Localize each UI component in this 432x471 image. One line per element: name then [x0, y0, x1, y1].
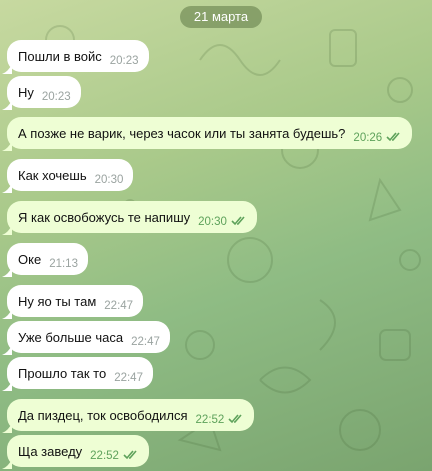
message-time: 22:47 [114, 372, 143, 384]
double-check-icon [386, 131, 402, 145]
message-time: 20:23 [109, 55, 139, 67]
date-separator: 21 марта [180, 6, 262, 28]
message-meta: 22:47 [131, 336, 160, 348]
message-meta: 20:30 [95, 174, 124, 186]
message-meta: 22:47 [114, 372, 143, 384]
double-check-icon [228, 413, 244, 427]
message-text: Прошло так то [18, 365, 107, 381]
message-time: 22:47 [131, 336, 160, 348]
message-meta: 20:26 [353, 131, 402, 145]
bubble-tail [2, 421, 12, 433]
bubble-tail [2, 181, 12, 193]
bubble-tail [2, 62, 12, 74]
message-time: 22:52 [90, 450, 119, 462]
message-time: 20:23 [41, 91, 71, 103]
message-time: 20:26 [353, 132, 383, 144]
message-time: 20:30 [94, 174, 124, 186]
double-check-icon [123, 449, 139, 463]
message-time: 22:52 [195, 414, 225, 426]
incoming-message[interactable]: Пошли в войс 20:23 [2, 40, 149, 74]
incoming-message[interactable]: Уже больше часа 22:47 [2, 321, 170, 355]
message-meta: 21:13 [49, 258, 78, 270]
bubble-tail [2, 139, 12, 151]
double-check-icon [231, 215, 247, 229]
bubble-tail [2, 98, 12, 110]
message-meta: 22:47 [104, 300, 133, 312]
message-text: А позже не варик, через часок или ты зан… [18, 125, 346, 141]
bubble-tail [2, 457, 12, 469]
message-time: 20:30 [198, 216, 227, 228]
message-time: 21:13 [49, 258, 78, 270]
message-meta: 20:23 [42, 91, 71, 103]
message-meta: 20:23 [110, 55, 139, 67]
outgoing-message[interactable]: Да пиздец, ток освободился 22:52 [2, 399, 255, 433]
message-text: Ну [18, 84, 34, 100]
bubble-tail [2, 307, 12, 319]
incoming-message[interactable]: Ну 20:23 [2, 76, 81, 110]
message-text: Ну яо ты там [18, 293, 97, 309]
message-text: Как хочешь [18, 167, 87, 183]
message-text: Да пиздец, ток освободился [18, 407, 188, 423]
message-text: Пошли в войс [18, 48, 102, 64]
message-text: Ща заведу [18, 443, 83, 459]
message-meta: 22:52 [195, 413, 245, 427]
bubble-tail [2, 379, 12, 391]
message-meta: 20:30 [198, 215, 247, 229]
incoming-message[interactable]: Прошло так то 22:47 [2, 357, 153, 391]
incoming-message[interactable]: Как хочешь 20:30 [2, 159, 134, 193]
outgoing-message[interactable]: Я как освобожусь те напишу 20:30 [2, 201, 257, 235]
message-time: 22:47 [104, 300, 134, 312]
message-text: Я как освобожусь те напишу [18, 209, 191, 225]
outgoing-message[interactable]: Ща заведу 22:52 [2, 435, 149, 469]
bubble-tail [2, 343, 12, 355]
incoming-message[interactable]: Ну яо ты там 22:47 [2, 285, 144, 319]
message-text: Уже больше часа [18, 329, 124, 345]
message-text: Оке [18, 251, 42, 267]
message-meta: 22:52 [90, 449, 139, 463]
bubble-tail [2, 223, 12, 235]
bubble-tail [2, 265, 12, 277]
incoming-message[interactable]: Оке 21:13 [2, 243, 88, 277]
outgoing-message[interactable]: А позже не варик, через часок или ты зан… [2, 117, 413, 151]
